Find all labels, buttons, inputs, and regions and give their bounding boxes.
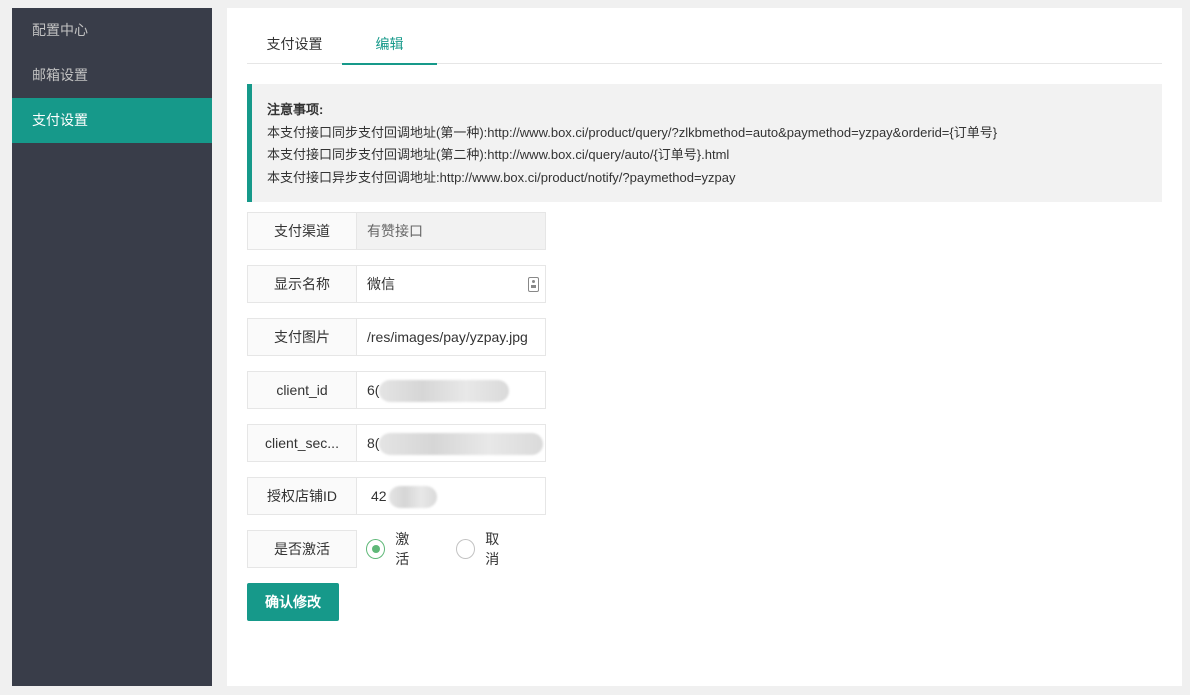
- form-row-client-secret: client_sec... 8(: [247, 424, 546, 462]
- client-secret-field[interactable]: 8(: [356, 424, 546, 462]
- form-row-channel: 支付渠道 有赞接口: [247, 212, 546, 250]
- sidebar-item-config-center[interactable]: 配置中心: [12, 8, 212, 53]
- client-id-label: client_id: [247, 371, 357, 409]
- confirm-button[interactable]: 确认修改: [247, 583, 339, 621]
- pay-image-input[interactable]: [367, 319, 545, 355]
- notice-line-async-url: 本支付接口异步支付回调地址:http://www.box.ci/product/…: [267, 169, 736, 185]
- tab-edit[interactable]: 编辑: [342, 24, 437, 65]
- display-name-input[interactable]: [367, 266, 545, 302]
- channel-field: 有赞接口: [356, 212, 546, 250]
- form-row-display-name: 显示名称: [247, 265, 546, 303]
- channel-label: 支付渠道: [247, 212, 357, 250]
- radio-activate[interactable]: 激活: [366, 529, 422, 569]
- sidebar-item-payment-settings[interactable]: 支付设置: [12, 98, 212, 143]
- radio-cancel[interactable]: 取消: [456, 529, 512, 569]
- tab-bar: 支付设置 编辑: [247, 24, 1162, 65]
- shop-id-field[interactable]: 42: [356, 477, 546, 515]
- radio-cancel-label: 取消: [485, 531, 500, 567]
- form-row-client-id: client_id 6(: [247, 371, 546, 409]
- active-radio-group: 激活 取消: [366, 530, 546, 568]
- radio-activate-label: 激活: [395, 531, 410, 567]
- sidebar: 配置中心 邮箱设置 支付设置: [12, 8, 212, 686]
- pay-image-label: 支付图片: [247, 318, 357, 356]
- client-id-value: 6(: [367, 382, 380, 398]
- notice-line-sync-url-2: 本支付接口同步支付回调地址(第二种):http://www.box.ci/que…: [267, 147, 730, 162]
- form-row-active: 是否激活 激活 取消: [247, 530, 546, 568]
- pay-image-field[interactable]: [356, 318, 546, 356]
- redaction-blur: [379, 380, 509, 402]
- client-secret-value: 8(: [367, 435, 380, 451]
- contact-card-icon[interactable]: [528, 277, 539, 292]
- display-name-label: 显示名称: [247, 265, 357, 303]
- sidebar-item-mail-settings[interactable]: 邮箱设置: [12, 53, 212, 98]
- active-label: 是否激活: [247, 530, 357, 568]
- form-row-shop-id: 授权店铺ID 42: [247, 477, 546, 515]
- shop-id-value: 42: [371, 488, 387, 504]
- client-secret-label: client_sec...: [247, 424, 357, 462]
- redaction-blur: [379, 433, 543, 455]
- notice-box: 注意事项: 本支付接口同步支付回调地址(第一种):http://www.box.…: [247, 84, 1162, 202]
- shop-id-label: 授权店铺ID: [247, 477, 357, 515]
- radio-unchecked-icon[interactable]: [456, 539, 476, 559]
- tab-payment-settings[interactable]: 支付设置: [247, 24, 342, 64]
- client-id-field[interactable]: 6(: [356, 371, 546, 409]
- notice-title: 注意事项:: [267, 102, 324, 117]
- form-row-pay-image: 支付图片: [247, 318, 546, 356]
- display-name-field[interactable]: [356, 265, 546, 303]
- notice-line-sync-url-1: 本支付接口同步支付回调地址(第一种):http://www.box.ci/pro…: [267, 124, 998, 140]
- radio-checked-icon[interactable]: [366, 539, 386, 559]
- main-panel: 支付设置 编辑 注意事项: 本支付接口同步支付回调地址(第一种):http://…: [227, 8, 1182, 686]
- redaction-blur: [389, 486, 437, 508]
